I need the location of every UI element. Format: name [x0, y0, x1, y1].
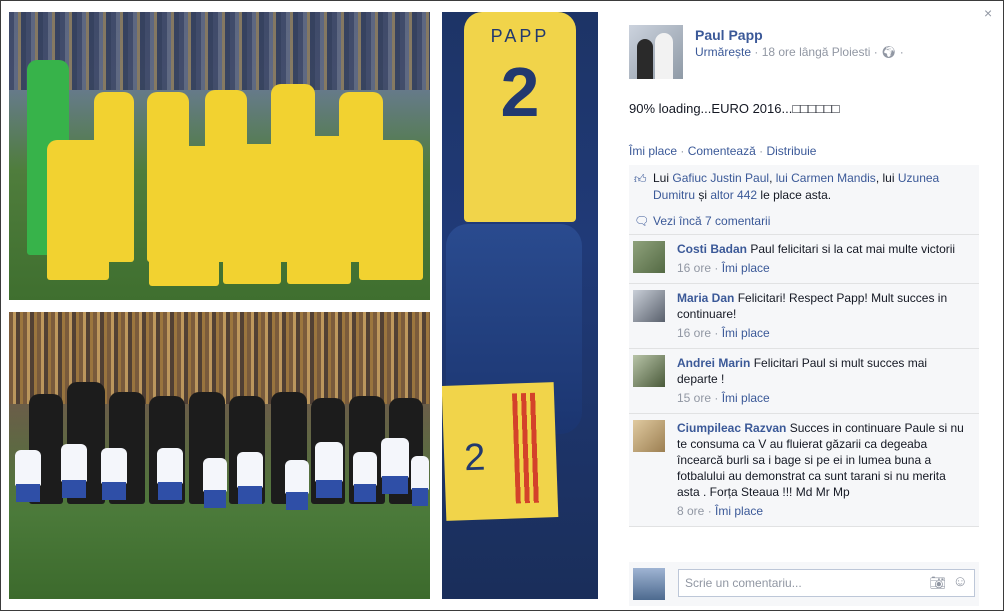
comment-item: Andrei Marin Felicitari Paul si mult suc…	[629, 349, 979, 414]
child-mascot	[61, 444, 87, 498]
view-more-comments[interactable]: 🗨︎ Vezi încă 7 comentarii	[629, 208, 979, 235]
globe-icon: 🌍︎	[881, 45, 897, 59]
comment-item: Ciumpileac Razvan Succes in continuare P…	[629, 414, 979, 527]
player-figure	[287, 136, 351, 284]
comment-list: Costi Badan Paul felicitari si la cat ma…	[629, 235, 979, 558]
child-mascot	[15, 450, 41, 502]
liker-link[interactable]: lui Carmen Mandis	[776, 171, 876, 185]
commenter-name[interactable]: Ciumpileac Razvan	[677, 421, 786, 435]
child-mascot	[101, 448, 127, 500]
author-avatar[interactable]	[629, 25, 683, 79]
photo-locker-shirt[interactable]: PAPP 2 2	[442, 12, 598, 599]
commenter-name[interactable]: Costi Badan	[677, 242, 747, 256]
thumbs-up-icon: 👍︎	[634, 172, 647, 186]
likes-row: 👍︎ Lui Gafiuc Justin Paul, lui Carmen Ma…	[629, 165, 979, 210]
likes-word: lui	[882, 171, 895, 185]
comment-text: Paul felicitari si la cat mai multe vict…	[750, 242, 956, 256]
like-button[interactable]: Îmi place	[629, 144, 677, 158]
author-name[interactable]: Paul Papp	[695, 27, 763, 43]
comment-time[interactable]: 16 ore	[677, 261, 711, 275]
post-meta: Urmărește · 18 ore lângă Ploiesti · 🌍︎ ·	[695, 45, 904, 59]
child-mascot	[381, 438, 409, 494]
folded-shorts: 2	[442, 382, 559, 521]
meta-separator: ·	[754, 45, 762, 59]
child-mascot	[411, 456, 429, 506]
comment-bubble-icon: 🗨︎	[634, 214, 650, 228]
view-more-label[interactable]: Vezi încă 7 comentarii	[653, 208, 770, 234]
player-figure	[223, 144, 281, 284]
comment-like-button[interactable]: Îmi place	[722, 326, 770, 340]
comment-time[interactable]: 15 ore	[677, 391, 711, 405]
follow-link[interactable]: Urmărește	[695, 45, 751, 59]
likes-suffix: le place asta.	[760, 188, 832, 202]
jersey-number: 2	[500, 53, 540, 131]
photo-collage: PAPP 2 2	[1, 1, 609, 610]
jersey-name: PAPP	[490, 26, 550, 46]
post-actions: Îmi place · Comentează · Distribuie	[629, 144, 816, 158]
liker-link[interactable]: Gafiuc Justin Paul	[672, 171, 769, 185]
photo-team-yellow[interactable]	[9, 12, 430, 300]
stadium-crowd	[9, 12, 430, 90]
comment-item: Maria Dan Felicitari! Respect Papp! Mult…	[629, 284, 979, 349]
options-dot[interactable]: ·	[900, 45, 904, 59]
other-likers-link[interactable]: altor 442	[710, 188, 757, 202]
post-text: 90% loading...EURO 2016...□□□□□□	[629, 101, 840, 116]
comment-like-button[interactable]: Îmi place	[715, 504, 763, 518]
comment-meta: 15 ore · Îmi place	[677, 391, 770, 405]
commenter-avatar[interactable]	[633, 355, 665, 387]
child-mascot	[157, 448, 183, 500]
child-mascot	[315, 442, 343, 498]
commenter-name[interactable]: Maria Dan	[677, 291, 734, 305]
child-mascot	[237, 452, 263, 504]
close-icon[interactable]: ×	[984, 5, 992, 21]
likes-sep: ,	[769, 171, 773, 185]
comment-composer: Scrie un comentariu... 📷︎ ☺	[629, 562, 979, 606]
photo-team-lineup[interactable]	[9, 312, 430, 599]
viewer-avatar	[633, 568, 665, 600]
comment-item: Costi Badan Paul felicitari si la cat ma…	[629, 235, 979, 284]
child-mascot	[353, 452, 377, 502]
comment-button[interactable]: Comentează	[688, 144, 756, 158]
commenter-avatar[interactable]	[633, 420, 665, 452]
post-time-location[interactable]: 18 ore lângă Ploiesti	[762, 45, 871, 59]
action-separator: ·	[680, 144, 685, 158]
likes-and: și	[698, 188, 708, 202]
shorts-number: 2	[463, 436, 487, 480]
action-separator: ·	[759, 144, 764, 158]
comment-meta: 8 ore · Îmi place	[677, 504, 764, 518]
likes-sep: ,	[875, 171, 880, 185]
commenter-avatar[interactable]	[633, 290, 665, 322]
emoji-icon[interactable]: ☺	[953, 573, 968, 590]
player-figure	[149, 146, 219, 286]
comment-body: Andrei Marin Felicitari Paul si mult suc…	[677, 355, 971, 387]
tricolor-stripes	[511, 392, 540, 504]
comment-like-button[interactable]: Îmi place	[722, 391, 770, 405]
comment-meta: 16 ore · Îmi place	[677, 261, 770, 275]
camera-icon[interactable]: 📷︎	[929, 575, 946, 591]
comment-time[interactable]: 8 ore	[677, 504, 704, 518]
player-figure	[359, 140, 423, 280]
comment-input-placeholder: Scrie un comentariu...	[685, 576, 802, 590]
commenter-avatar[interactable]	[633, 241, 665, 273]
jersey-hanging: PAPP 2	[464, 12, 576, 222]
comment-like-button[interactable]: Îmi place	[722, 261, 770, 275]
child-mascot	[285, 460, 309, 510]
comment-input[interactable]: Scrie un comentariu... 📷︎ ☺	[678, 569, 975, 597]
avatar-figure	[637, 39, 653, 79]
comment-body: Ciumpileac Razvan Succes in continuare P…	[677, 420, 971, 500]
comment-body: Maria Dan Felicitari! Respect Papp! Mult…	[677, 290, 971, 322]
comment-time[interactable]: 16 ore	[677, 326, 711, 340]
avatar-figure	[655, 33, 673, 79]
comment-body: Costi Badan Paul felicitari si la cat ma…	[677, 241, 971, 257]
player-figure	[47, 140, 109, 280]
likes-prefix: Lui	[653, 171, 670, 185]
likes-summary: 👍︎ Lui Gafiuc Justin Paul, lui Carmen Ma…	[629, 165, 979, 211]
comment-meta: 16 ore · Îmi place	[677, 326, 770, 340]
commenter-name[interactable]: Andrei Marin	[677, 356, 750, 370]
share-button[interactable]: Distribuie	[766, 144, 816, 158]
child-mascot	[203, 458, 227, 508]
